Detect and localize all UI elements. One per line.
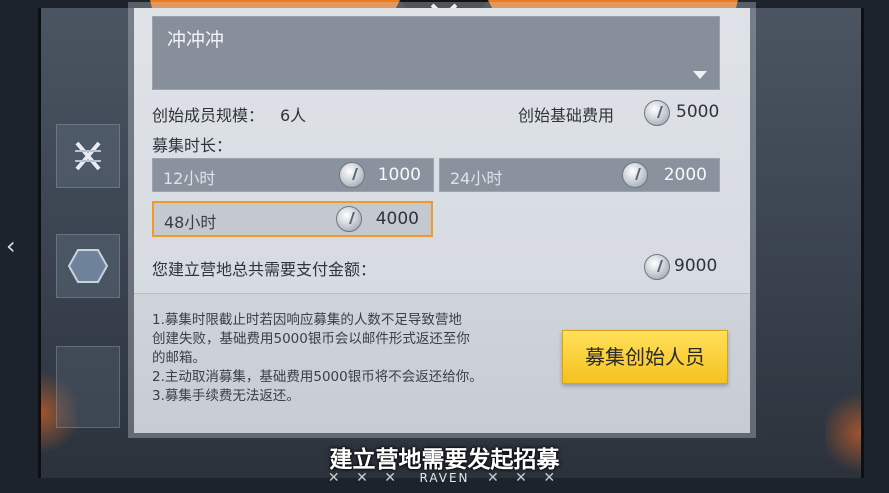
caret-down-icon: [693, 71, 707, 79]
note-line: 的邮箱。: [152, 350, 206, 366]
duration-option-cost: 2000: [663, 165, 707, 185]
total-value: 9000: [674, 256, 718, 276]
brand-right-marks: ✕ ✕ ✕: [486, 470, 562, 486]
duration-option-label: 48小时: [164, 213, 217, 232]
duration-option-cost: 4000: [375, 209, 419, 229]
note-line: 创建失败，基础费用5000银币会以邮件形式返还至你: [152, 331, 470, 347]
duration-option-label: 24小时: [450, 169, 503, 188]
base-fee-value: 5000: [676, 102, 720, 122]
founder-scale-value: 6人: [280, 106, 307, 125]
duration-option-12h[interactable]: 12小时 1000: [152, 158, 434, 192]
duration-label: 募集时长：: [152, 136, 233, 155]
recruit-founders-button[interactable]: 募集创始人员: [562, 330, 728, 384]
silver-coin-icon: [644, 254, 670, 280]
brand-name: RAVEN: [419, 471, 470, 485]
back-chevron-left-icon[interactable]: ‹: [6, 232, 24, 260]
crossed-x-emblem-icon: [75, 141, 101, 171]
total-label: 您建立营地总共需要支付金额：: [152, 260, 377, 279]
caption: 建立营地需要发起招募: [329, 447, 560, 473]
note-line: 2.主动取消募集，基础费用5000银币将不会返还给你。: [152, 369, 483, 385]
left-rail: [50, 40, 132, 440]
duration-option-label: 12小时: [163, 169, 216, 188]
duration-option-cost: 1000: [377, 165, 421, 185]
silver-coin-icon: [339, 162, 365, 188]
base-fee-label: 创始基础费用: [518, 106, 615, 125]
silver-coin-icon: [622, 162, 648, 188]
note-line: 1.募集时限截止时若因响应募集的人数不足导致营地: [152, 312, 462, 328]
hexagon-icon: [68, 249, 108, 283]
bottom-brand: ✕ ✕ ✕ RAVEN ✕ ✕ ✕: [0, 470, 889, 486]
rail-button-emblem[interactable]: [56, 124, 120, 188]
rail-button-third[interactable]: [56, 346, 120, 428]
camp-name-select[interactable]: 冲冲冲: [152, 16, 720, 90]
rail-button-hexagon[interactable]: [56, 234, 120, 298]
duration-option-24h[interactable]: 24小时 2000: [439, 158, 720, 192]
silver-coin-icon: [644, 100, 670, 126]
brand-left-marks: ✕ ✕ ✕: [327, 470, 403, 486]
notes-section: 1.募集时限截止时若因响应募集的人数不足导致营地 创建失败，基础费用5000银币…: [134, 293, 750, 433]
founder-scale-label: 创始成员规模：: [152, 106, 265, 125]
duration-option-48h[interactable]: 48小时 4000: [152, 201, 433, 237]
silver-coin-icon: [336, 206, 362, 232]
note-line: 3.募集手续费无法返还。: [152, 388, 300, 404]
camp-name-value: 冲冲冲: [167, 29, 225, 51]
recruit-panel: 冲冲冲 创始成员规模： 6人 创始基础费用 5000 募集时长： 12小时 10…: [134, 8, 750, 433]
